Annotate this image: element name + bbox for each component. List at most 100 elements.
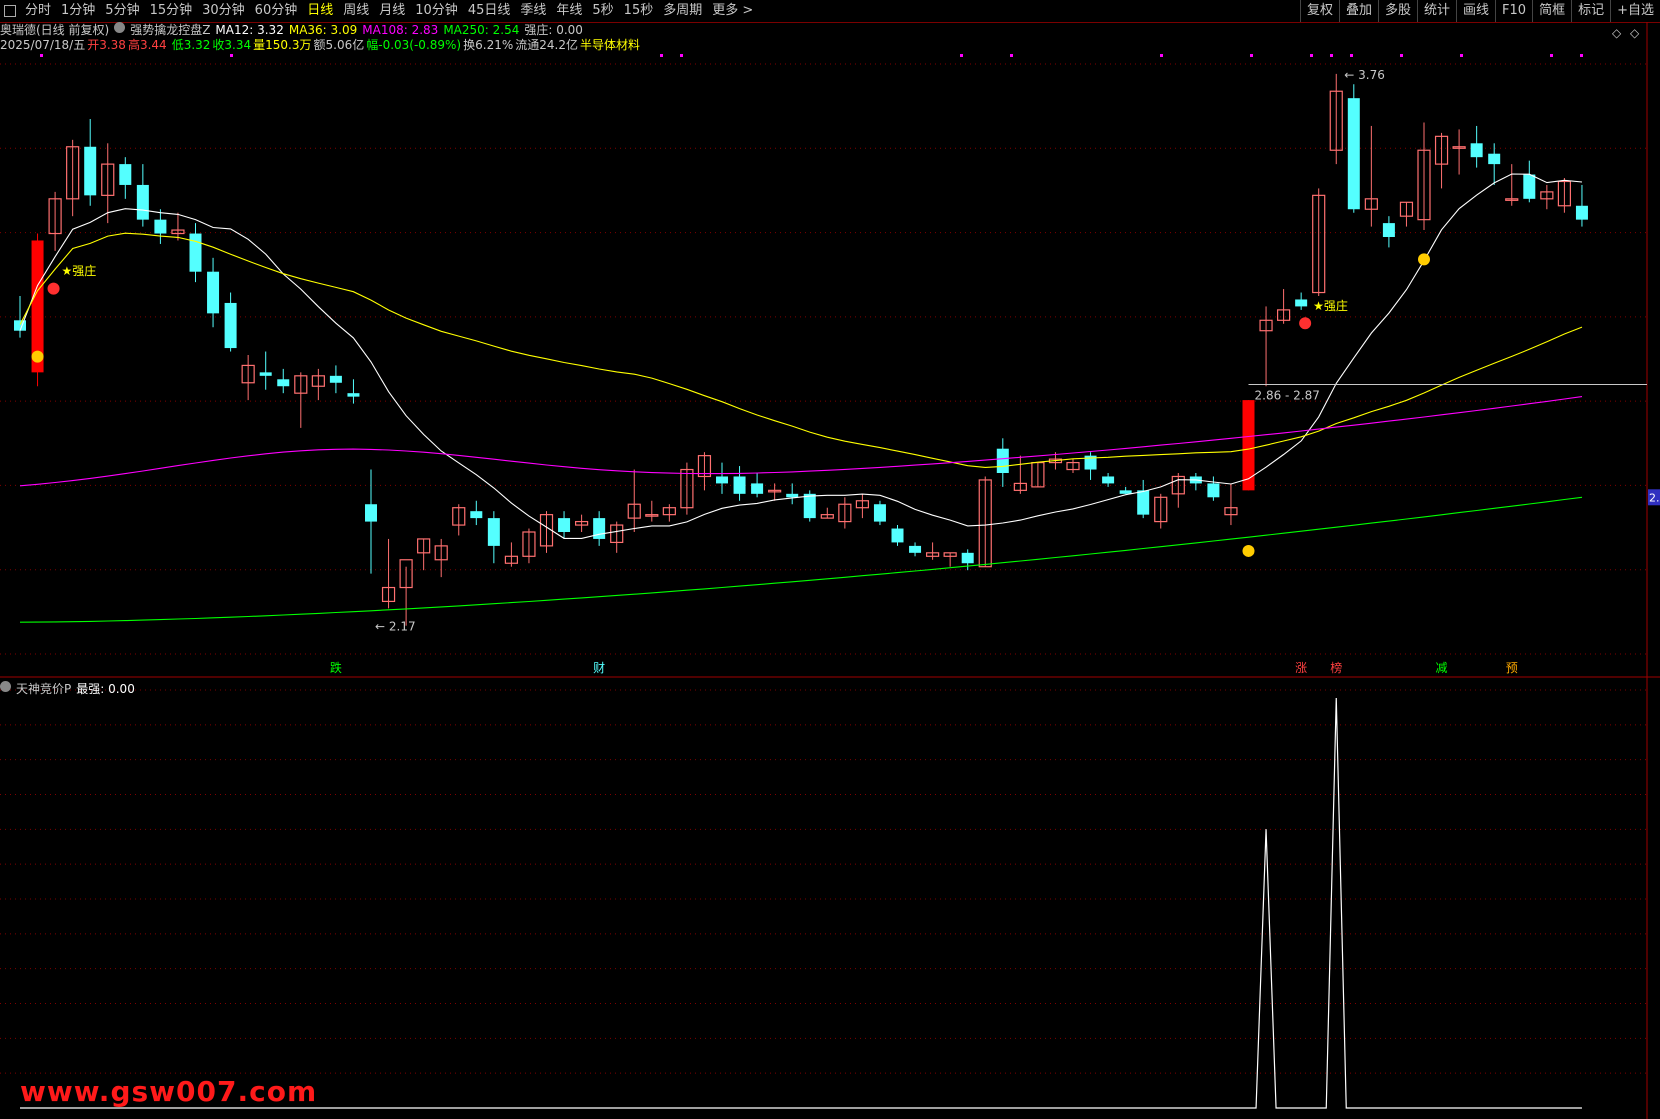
candle [873,504,886,522]
candle [1470,143,1483,158]
signal-dot [1400,54,1403,57]
range-label: 2.86 - 2.87 [1255,389,1320,403]
event-marker: 财 [593,661,605,675]
candle [277,379,290,387]
ma36-line [19,232,1583,468]
settings-icon: ◇ [1630,26,1640,40]
quote-open: 开3.38 [87,38,126,52]
quote-date: 2025/07/18/五 [0,38,86,52]
diamond-icon: ◇ [1612,26,1622,40]
candle [891,528,904,543]
indicator-header: 奥瑞德(日线 前复权) 强势擒龙控盘Z MA12: 3.32 MA36: 3.0… [0,22,588,38]
ma250-value: MA250: 2.54 [443,23,520,37]
quote-change: 幅-0.03(-0.89%) [366,38,462,52]
candle [14,320,26,331]
ma108-value: MA108: 2.83 [362,23,439,37]
lower-indicator-header: 天神竞价P 最强: 0.00 [0,681,140,697]
candle [136,184,149,220]
signal-dot [1010,54,1013,57]
low-marker: ← 2.17 [375,620,416,634]
candle [1295,299,1308,307]
gear-icon[interactable] [114,22,126,33]
signal-dot [680,54,683,57]
signal-dot [1460,54,1463,57]
candle [733,476,746,494]
lower-gear-icon[interactable] [0,681,11,692]
signal-dot [1250,54,1253,57]
candle [224,302,237,349]
candle [1119,490,1132,494]
candle [470,511,483,519]
signal-dot [660,54,663,57]
kline-chart[interactable]: ← 3.76 ← 2.17 2.86 - 2.87 ★强庄 ★强庄跌 财 涨 榜 减 预 2.4 ◇ ◇ [0,0,1660,1119]
candle [558,518,571,532]
ma12-value: MA12: 3.32 [215,23,284,37]
candle [1137,490,1150,515]
high-marker: ← 3.76 [1344,68,1385,82]
signal-dot [1580,54,1583,57]
candle [154,219,167,234]
lower-indicator-name[interactable]: 天神竞价P [16,681,71,697]
candle [716,476,728,484]
money-bag-icon [1242,544,1255,557]
ma108-line [19,396,1583,487]
ma250-line [19,496,1583,623]
quote-sector[interactable]: 半导体材料 [580,37,640,53]
candle [1102,476,1115,484]
watermark: www.gsw007.com [20,1075,318,1108]
candle [1382,223,1395,237]
strong-value: 强庄: 0.00 [524,23,583,37]
money-bag-icon [1418,253,1430,266]
signal-dot [1310,54,1313,57]
signal-ball-icon [47,282,60,295]
signal-dot [1350,54,1353,57]
candle [84,146,97,196]
event-marker: 涨 [1295,660,1307,675]
quote-float: 流通24.2亿 [515,38,578,52]
stock-title: 奥瑞德(日线 前复权) [0,23,110,37]
candle [803,493,816,519]
candle [1242,400,1255,491]
quote-turnover: 换6.21% [463,38,514,52]
signal-dot [1330,54,1333,57]
signal-dot [960,54,963,57]
quote-high: 高3.44 [127,38,167,52]
indicator-name[interactable]: 强势擒龙控盘Z [130,22,210,38]
candle [909,545,922,553]
candle [1207,483,1220,498]
price-tag-label: 2.4 [1649,491,1660,504]
event-marker: 榜 [1330,660,1342,675]
quote-volume: 量150.3万 [253,38,312,52]
candle [996,448,1009,473]
signal-ball-icon [1299,317,1312,330]
candle [259,372,272,376]
quote-low: 低3.32 [171,38,211,52]
candle [365,504,377,522]
candle [1488,153,1501,165]
signal-dot [40,54,43,57]
candle [119,164,132,185]
candle [1523,174,1536,199]
signal-dot [1160,54,1163,57]
candle [487,518,500,546]
candle [786,493,799,498]
signal-dot [230,54,233,57]
money-bag-icon [31,350,44,363]
lower-indicator-value: 最强: 0.00 [76,682,135,696]
quote-amount: 额5.06亿 [313,38,365,52]
quote-line: 2025/07/18/五 开3.38 高3.44 低3.32 收3.34 量15… [0,37,645,53]
candle [347,393,360,397]
ma12-line [19,173,1583,539]
candle [207,271,220,314]
candle [329,375,342,383]
strong-label: ★强庄 [1313,298,1348,313]
candle [1347,98,1360,210]
candle [189,233,202,272]
candle [751,483,764,494]
candle [1575,205,1588,220]
strong-label: ★强庄 [62,263,97,278]
event-marker: 减 [1436,661,1448,675]
event-marker: 预 [1506,661,1518,675]
candle [961,552,974,564]
signal-dot [1550,54,1553,57]
